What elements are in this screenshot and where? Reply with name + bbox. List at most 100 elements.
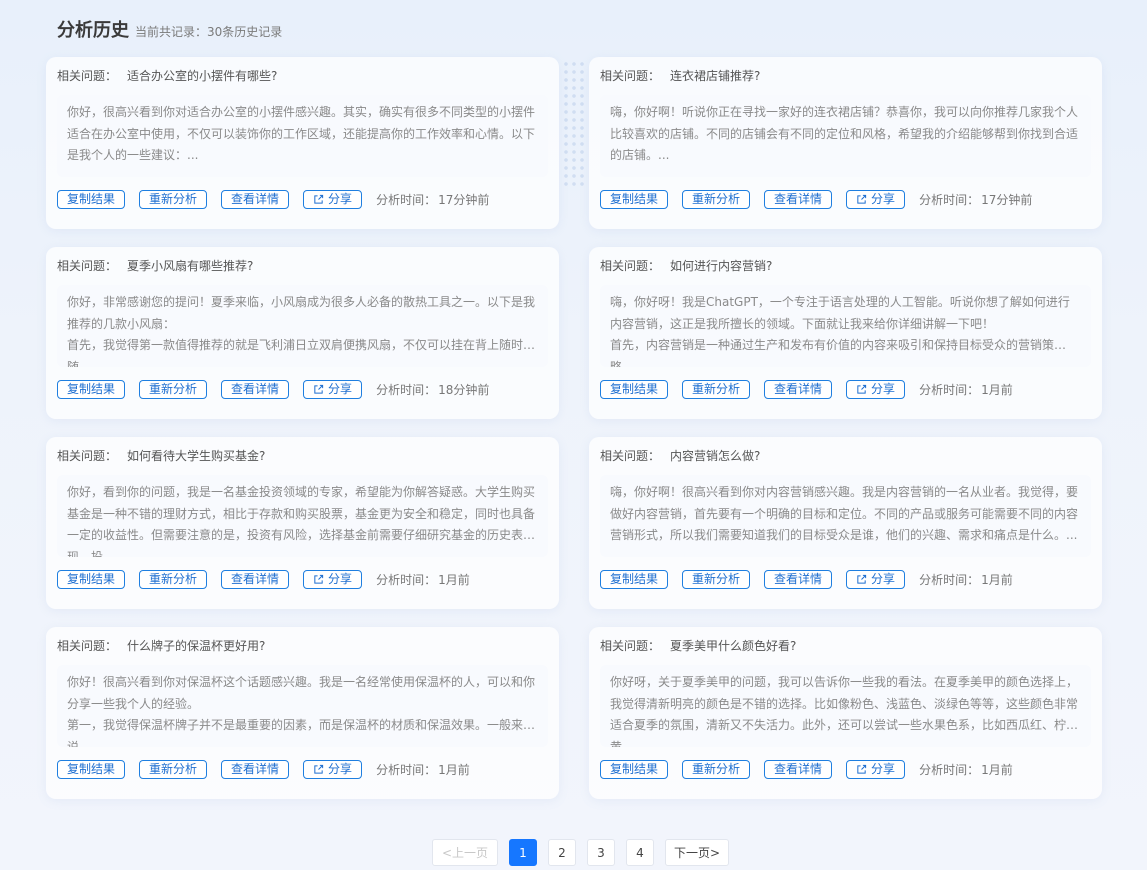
- view-details-button[interactable]: 查看详情: [764, 569, 833, 589]
- page-button-1[interactable]: 1: [509, 839, 537, 866]
- time-label: 分析时间：: [919, 192, 980, 207]
- copy-result-button[interactable]: 复制结果: [600, 379, 669, 399]
- question-line: 相关问题： 适合办公室的小摆件有哪些?: [57, 57, 548, 95]
- question-line: 相关问题： 如何看待大学生购买基金?: [57, 437, 548, 475]
- copy-result-button[interactable]: 复制结果: [57, 759, 126, 779]
- page-button-4[interactable]: 4: [626, 839, 654, 866]
- copy-result-button[interactable]: 复制结果: [600, 189, 669, 209]
- question-label: 相关问题：: [600, 69, 661, 83]
- answer-preview: 你好，非常感谢您的提问！夏季来临，小风扇成为很多人必备的散热工具之一。以下是我推…: [57, 285, 548, 367]
- reanalyze-button[interactable]: 重新分析: [139, 189, 208, 209]
- share-icon: [857, 764, 867, 774]
- time-value: 1月前: [981, 572, 1013, 587]
- question-line: 相关问题： 连衣裙店铺推荐?: [600, 57, 1091, 95]
- view-details-button[interactable]: 查看详情: [764, 189, 833, 209]
- page-title: 分析历史: [57, 20, 129, 41]
- time-value: 1月前: [981, 382, 1013, 397]
- reanalyze-button[interactable]: 重新分析: [682, 189, 751, 209]
- share-button[interactable]: 分享: [846, 759, 906, 779]
- share-label: 分享: [328, 381, 353, 396]
- share-icon: [857, 194, 867, 204]
- time-label: 分析时间：: [919, 762, 980, 777]
- time-label: 分析时间：: [919, 382, 980, 397]
- question-line: 相关问题： 如何进行内容营销?: [600, 247, 1091, 285]
- reanalyze-button[interactable]: 重新分析: [139, 759, 208, 779]
- reanalyze-button[interactable]: 重新分析: [682, 569, 751, 589]
- question-label: 相关问题：: [57, 639, 118, 653]
- card-actions: 复制结果 重新分析 查看详情 分享 分析时间： 1月前: [57, 759, 548, 779]
- share-label: 分享: [328, 761, 353, 776]
- share-button[interactable]: 分享: [846, 569, 906, 589]
- next-page-button[interactable]: 下一页>: [665, 839, 729, 866]
- question-text: 夏季小风扇有哪些推荐?: [127, 259, 254, 273]
- share-label: 分享: [871, 761, 896, 776]
- page-button-2[interactable]: 2: [548, 839, 576, 866]
- page-button-3[interactable]: 3: [587, 839, 615, 866]
- history-card: 相关问题： 夏季小风扇有哪些推荐? 你好，非常感谢您的提问！夏季来临，小风扇成为很…: [46, 247, 559, 419]
- time-label: 分析时间：: [376, 572, 437, 587]
- reanalyze-button[interactable]: 重新分析: [139, 379, 208, 399]
- share-button[interactable]: 分享: [846, 379, 906, 399]
- prev-page-button[interactable]: <上一页: [432, 839, 498, 866]
- question-text: 内容营销怎么做?: [670, 449, 761, 463]
- share-label: 分享: [871, 191, 896, 206]
- copy-result-button[interactable]: 复制结果: [57, 569, 126, 589]
- answer-preview: 你好，很高兴看到你对适合办公室的小摆件感兴趣。其实，确实有很多不同类型的小摆件适…: [57, 95, 548, 177]
- question-label: 相关问题：: [600, 639, 661, 653]
- share-label: 分享: [871, 381, 896, 396]
- history-card: 相关问题： 什么牌子的保温杯更好用? 你好！很高兴看到你对保温杯这个话题感兴趣。我…: [46, 627, 559, 799]
- view-details-button[interactable]: 查看详情: [764, 379, 833, 399]
- time-value: 1月前: [981, 762, 1013, 777]
- question-label: 相关问题：: [600, 259, 661, 273]
- reanalyze-button[interactable]: 重新分析: [682, 379, 751, 399]
- share-icon: [314, 764, 324, 774]
- analysis-time: 分析时间： 1月前: [919, 761, 1013, 778]
- share-button[interactable]: 分享: [303, 379, 363, 399]
- time-value: 18分钟前: [438, 382, 490, 397]
- question-label: 相关问题：: [57, 69, 118, 83]
- reanalyze-button[interactable]: 重新分析: [682, 759, 751, 779]
- analysis-time: 分析时间： 17分钟前: [919, 191, 1032, 208]
- answer-preview: 你好！很高兴看到你对保温杯这个话题感兴趣。我是一名经常使用保温杯的人，可以和你分…: [57, 665, 548, 747]
- copy-result-button[interactable]: 复制结果: [600, 759, 669, 779]
- time-label: 分析时间：: [919, 572, 980, 587]
- card-actions: 复制结果 重新分析 查看详情 分享 分析时间： 17分钟前: [600, 189, 1091, 209]
- share-label: 分享: [328, 571, 353, 586]
- reanalyze-button[interactable]: 重新分析: [139, 569, 208, 589]
- answer-preview: 你好呀，关于夏季美甲的问题，我可以告诉你一些我的看法。在夏季美甲的颜色选择上，我…: [600, 665, 1091, 747]
- share-icon: [857, 384, 867, 394]
- card-actions: 复制结果 重新分析 查看详情 分享 分析时间： 1月前: [57, 569, 548, 589]
- question-text: 如何进行内容营销?: [670, 259, 773, 273]
- share-icon: [314, 384, 324, 394]
- share-label: 分享: [871, 571, 896, 586]
- history-card: 相关问题： 内容营销怎么做? 嗨，你好啊！很高兴看到你对内容营销感兴趣。我是内容营…: [589, 437, 1102, 609]
- history-card: 相关问题： 夏季美甲什么颜色好看? 你好呀，关于夏季美甲的问题，我可以告诉你一些我…: [589, 627, 1102, 799]
- view-details-button[interactable]: 查看详情: [221, 189, 290, 209]
- question-line: 相关问题： 什么牌子的保温杯更好用?: [57, 627, 548, 665]
- analysis-time: 分析时间： 18分钟前: [376, 381, 489, 398]
- share-button[interactable]: 分享: [303, 569, 363, 589]
- question-label: 相关问题：: [600, 449, 661, 463]
- answer-preview: 嗨，你好啊！很高兴看到你对内容营销感兴趣。我是内容营销的一名从业者。我觉得，要做…: [600, 475, 1091, 557]
- share-icon: [314, 574, 324, 584]
- analysis-time: 分析时间： 1月前: [919, 571, 1013, 588]
- share-button[interactable]: 分享: [303, 759, 363, 779]
- copy-result-button[interactable]: 复制结果: [57, 379, 126, 399]
- answer-preview: 嗨，你好呀！我是ChatGPT，一个专注于语言处理的人工智能。听说你想了解如何进…: [600, 285, 1091, 367]
- view-details-button[interactable]: 查看详情: [221, 759, 290, 779]
- time-value: 17分钟前: [981, 192, 1033, 207]
- page-header: 分析历史 当前共记录：30条历史记录: [57, 16, 282, 44]
- copy-result-button[interactable]: 复制结果: [57, 189, 126, 209]
- decorative-dots: [562, 60, 584, 190]
- question-text: 适合办公室的小摆件有哪些?: [127, 69, 278, 83]
- time-label: 分析时间：: [376, 382, 437, 397]
- history-card: 相关问题： 适合办公室的小摆件有哪些? 你好，很高兴看到你对适合办公室的小摆件感兴…: [46, 57, 559, 229]
- share-button[interactable]: 分享: [846, 189, 906, 209]
- view-details-button[interactable]: 查看详情: [221, 569, 290, 589]
- pagination: <上一页 1 2 3 4 下一页>: [432, 839, 740, 866]
- view-details-button[interactable]: 查看详情: [221, 379, 290, 399]
- copy-result-button[interactable]: 复制结果: [600, 569, 669, 589]
- share-button[interactable]: 分享: [303, 189, 363, 209]
- view-details-button[interactable]: 查看详情: [764, 759, 833, 779]
- answer-preview: 你好，看到你的问题，我是一名基金投资领域的专家，希望能为你解答疑惑。大学生购买基…: [57, 475, 548, 557]
